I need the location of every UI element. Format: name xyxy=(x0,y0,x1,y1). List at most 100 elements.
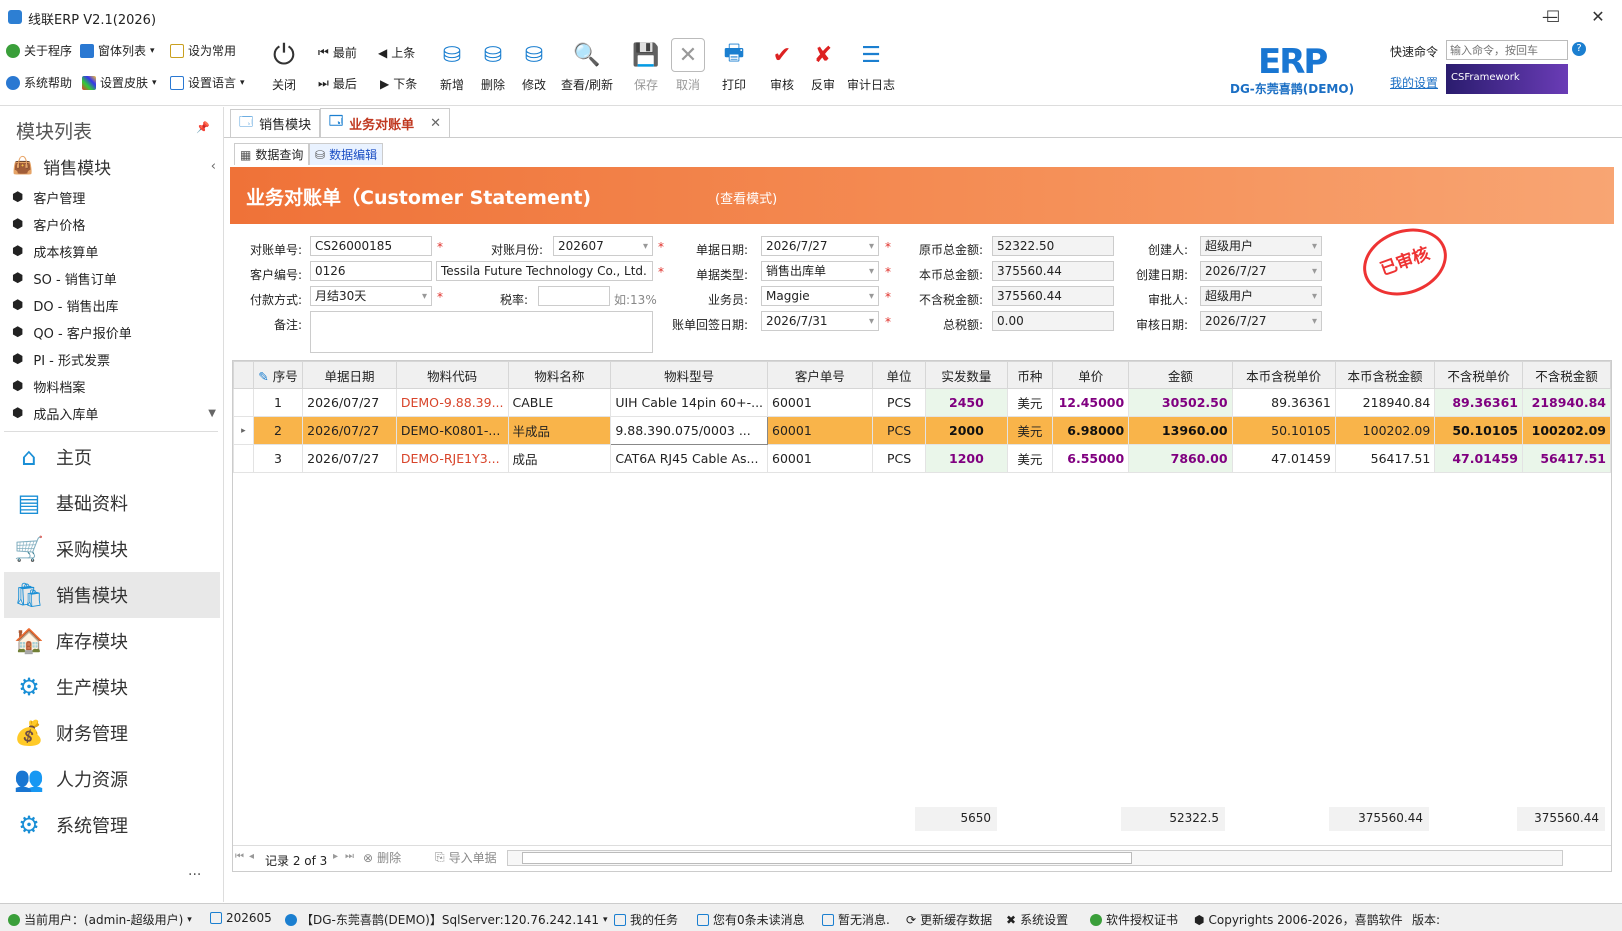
table-cell[interactable]: UIH Cable 14pin 60+-... xyxy=(610,388,769,417)
skin-button[interactable]: 设置皮肤 ▾ xyxy=(82,74,157,91)
column-header[interactable]: 物料名称 xyxy=(507,361,612,389)
sidebar-item[interactable]: ⬢ SO - 销售订单 xyxy=(12,264,216,292)
table-cell[interactable]: PCS xyxy=(871,444,927,473)
sidebar-item[interactable]: ⬢ 客户价格 xyxy=(12,210,216,238)
sidebar-item[interactable]: ⬢ 成品入库单 ▼ xyxy=(12,399,216,427)
table-cell[interactable]: DEMO-K0801-... xyxy=(395,416,509,445)
column-header[interactable]: 币种 xyxy=(1006,361,1054,389)
table-cell[interactable]: 3 xyxy=(252,444,304,473)
table-cell[interactable]: 89.36361 xyxy=(1434,388,1523,417)
column-header[interactable]: 物料型号 xyxy=(610,361,769,389)
table-cell[interactable]: 6.98000 xyxy=(1052,416,1130,445)
table-cell[interactable]: 56417.51 xyxy=(1521,444,1612,473)
column-header[interactable]: 实发数量 xyxy=(925,361,1008,389)
stmt-no-field[interactable]: CS26000185 xyxy=(310,236,432,256)
horizontal-scrollbar[interactable] xyxy=(507,850,1563,866)
table-cell[interactable]: 47.01459 xyxy=(1231,444,1336,473)
table-cell[interactable]: 1 xyxy=(252,388,304,417)
table-cell[interactable]: PCS xyxy=(871,388,927,417)
window-list-button[interactable]: 窗体列表 ▾ xyxy=(80,42,155,59)
return-date-field[interactable]: 2026/7/31 xyxy=(761,311,879,331)
nav-next-icon[interactable]: ▸ xyxy=(333,851,338,862)
scroll-thumb[interactable] xyxy=(522,852,1132,864)
table-cell[interactable]: 成品 xyxy=(507,444,612,473)
column-header[interactable]: 单位 xyxy=(871,361,927,389)
table-cell[interactable]: 89.36361 xyxy=(1231,388,1336,417)
last-button[interactable]: ⏭ 最后 xyxy=(318,75,357,92)
table-cell[interactable]: PCS xyxy=(871,416,927,445)
status-refresh-cache[interactable]: ⟳ 更新缓存数据 xyxy=(906,911,992,928)
status-tasks[interactable]: 我的任务 xyxy=(614,911,678,928)
payment-field[interactable]: 月结30天 xyxy=(310,286,432,306)
nav-last-icon[interactable]: ⏭ xyxy=(345,851,354,862)
set-common-button[interactable]: 设为常用 xyxy=(170,42,236,59)
table-cell[interactable]: CABLE xyxy=(507,388,612,417)
tab-data-query[interactable]: ▦ 数据查询 xyxy=(234,143,310,165)
doc-type-field[interactable]: 销售出库单 xyxy=(761,261,879,281)
doc-date-field[interactable]: 2026/7/27 xyxy=(761,236,879,256)
my-settings-link[interactable]: 我的设置 xyxy=(1390,74,1438,91)
print-button[interactable]: 🖶 打印 xyxy=(708,36,760,104)
column-header[interactable]: 本币含税金额 xyxy=(1334,361,1436,389)
row-indicator[interactable] xyxy=(233,444,254,473)
close-tab-icon[interactable]: ✕ xyxy=(430,116,441,131)
table-cell[interactable]: 美元 xyxy=(1006,444,1054,473)
table-row[interactable]: ▸ 2 2026/07/27 DEMO-K0801-... 半成品 9.88.390.07… xyxy=(233,416,1612,445)
cancel-button[interactable]: ✕ 取消 xyxy=(662,36,714,104)
customer-code-field[interactable]: 0126 xyxy=(310,261,432,281)
table-cell[interactable]: 50.10105 xyxy=(1434,416,1523,445)
table-cell[interactable]: 美元 xyxy=(1006,416,1054,445)
table-cell[interactable]: 47.01459 xyxy=(1434,444,1523,473)
table-cell[interactable]: 218940.84 xyxy=(1334,388,1436,417)
column-header[interactable]: 单据日期 xyxy=(302,361,397,389)
tab-customer-statement[interactable]: 🗔 业务对账单 ✕ xyxy=(320,108,451,137)
table-cell[interactable]: 60001 xyxy=(767,444,873,473)
table-cell[interactable]: 2026/07/27 xyxy=(302,388,397,417)
status-unread[interactable]: 您有0条未读消息 xyxy=(697,911,805,928)
about-button[interactable]: 关于程序 xyxy=(6,42,72,59)
nav-prev-icon[interactable]: ◂ xyxy=(249,851,254,862)
column-header[interactable]: ✎ 序号 xyxy=(252,361,304,389)
table-cell[interactable]: 2026/07/27 xyxy=(302,416,397,445)
help-icon[interactable]: ? xyxy=(1572,42,1586,56)
column-header[interactable]: 金额 xyxy=(1128,361,1233,389)
table-cell[interactable]: 100202.09 xyxy=(1334,416,1436,445)
sidebar-item[interactable]: ⬢ 成本核算单 xyxy=(12,237,216,265)
restore-button[interactable]: ☐ xyxy=(1530,0,1576,34)
close-button[interactable]: ⏻ 关闭 xyxy=(258,36,310,104)
column-header[interactable]: 不含税金额 xyxy=(1521,361,1612,389)
table-cell[interactable]: DEMO-RJE1Y3... xyxy=(395,444,509,473)
tab-data-edit[interactable]: ⛁ 数据编辑 xyxy=(309,143,384,165)
sidebar-more-button[interactable]: ··· xyxy=(188,867,201,883)
next-button[interactable]: ▶ 下条 xyxy=(380,75,417,92)
table-cell[interactable]: 2026/07/27 xyxy=(302,444,397,473)
module-home[interactable]: ⌂ 主页 xyxy=(4,434,220,480)
module-hr[interactable]: 👥 人力资源 xyxy=(4,756,220,802)
table-cell[interactable]: 美元 xyxy=(1006,388,1054,417)
module-system[interactable]: ⚙ 系统管理 xyxy=(4,802,220,848)
nav-import-button[interactable]: ⎘ 导入单据 xyxy=(435,849,497,866)
view-refresh-button[interactable]: 🔍 查看/刷新 xyxy=(550,36,624,104)
table-cell[interactable]: 13960.00 xyxy=(1128,416,1233,445)
sidebar-group-sales[interactable]: 👜 销售模块 ‹ xyxy=(12,151,216,181)
table-cell[interactable]: 12.45000 xyxy=(1052,388,1130,417)
column-header[interactable]: 不含税单价 xyxy=(1434,361,1523,389)
column-header[interactable]: 物料代码 xyxy=(395,361,509,389)
column-header[interactable]: 单价 xyxy=(1052,361,1130,389)
sidebar-item[interactable]: ⬢ QO - 客户报价单 xyxy=(12,318,216,346)
row-indicator[interactable] xyxy=(233,388,254,417)
module-basic-data[interactable]: ▤ 基础资料 xyxy=(4,480,220,526)
table-cell[interactable]: 218940.84 xyxy=(1521,388,1612,417)
table-cell[interactable]: 2450 xyxy=(925,388,1008,417)
nav-delete-button[interactable]: ⊗ 删除 xyxy=(363,849,401,866)
column-header[interactable]: 本币含税单价 xyxy=(1231,361,1336,389)
module-sales[interactable]: 🛍 销售模块 xyxy=(4,572,220,618)
pin-icon[interactable]: 📌 xyxy=(196,121,210,134)
help-button[interactable]: 系统帮助 xyxy=(6,74,72,91)
quick-command-input[interactable] xyxy=(1446,40,1568,60)
table-cell[interactable]: 6.55000 xyxy=(1052,444,1130,473)
status-license[interactable]: 软件授权证书 xyxy=(1090,911,1178,928)
status-notice[interactable]: 暂无消息. xyxy=(822,911,890,928)
prev-button[interactable]: ◀ 上条 xyxy=(378,44,415,61)
table-cell[interactable]: 2000 xyxy=(925,416,1008,445)
